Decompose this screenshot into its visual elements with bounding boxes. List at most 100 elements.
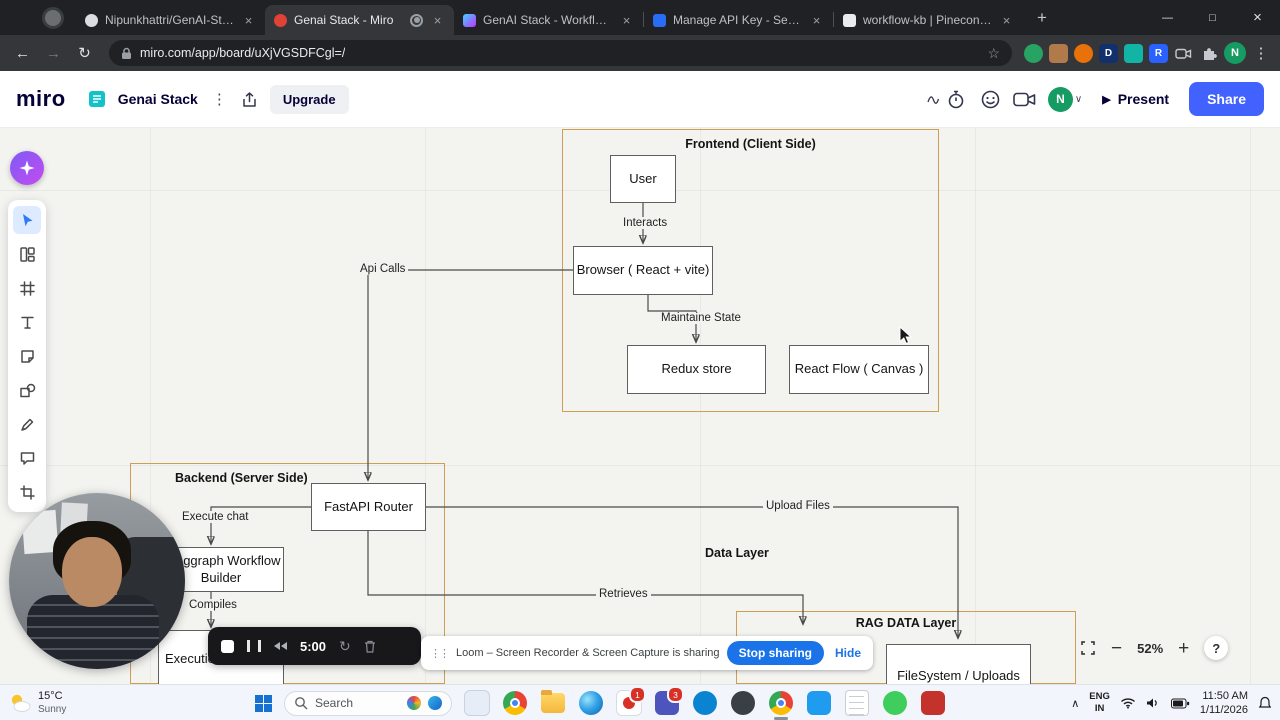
- back-icon[interactable]: ←: [10, 45, 35, 62]
- node-redux-store[interactable]: Redux store: [627, 345, 766, 394]
- node-filesystem-uploads[interactable]: FileSystem / Uploads: [886, 644, 1031, 684]
- tab-close-icon[interactable]: ×: [619, 13, 634, 28]
- app-icon-widgets[interactable]: [464, 690, 490, 716]
- extension-r-icon[interactable]: R: [1149, 43, 1168, 63]
- backend-container-label[interactable]: Backend (Server Side): [175, 471, 308, 485]
- bookmark-star-icon[interactable]: ☆: [987, 45, 1000, 62]
- stop-sharing-button[interactable]: Stop sharing: [726, 641, 824, 665]
- app-icon-edge[interactable]: [578, 690, 604, 716]
- select-tool[interactable]: [13, 206, 41, 234]
- tab-close-icon[interactable]: ×: [999, 13, 1014, 28]
- frontend-container-label[interactable]: Frontend (Client Side): [562, 137, 939, 151]
- extension-green-icon[interactable]: [1024, 43, 1043, 63]
- edge-label-api-calls[interactable]: Api Calls: [357, 263, 409, 275]
- templates-tool[interactable]: [13, 240, 41, 268]
- zoom-level[interactable]: 52%: [1137, 641, 1163, 656]
- edge-label-upload-files[interactable]: Upload Files: [763, 500, 833, 512]
- node-react-flow[interactable]: React Flow ( Canvas ): [789, 345, 929, 394]
- puzzle-icon[interactable]: [1199, 44, 1218, 63]
- new-tab-button[interactable]: +: [1029, 5, 1055, 31]
- window-minimize-button[interactable]: —: [1145, 0, 1190, 35]
- restart-recording-icon[interactable]: ↻: [339, 638, 351, 655]
- notification-bell-icon[interactable]: [1258, 696, 1272, 710]
- window-close-button[interactable]: ×: [1235, 0, 1280, 35]
- edge-label-maintaine-state[interactable]: Maintaine State: [658, 312, 744, 324]
- address-bar[interactable]: miro.com/app/board/uXjVGSDFCgl=/ ☆: [109, 40, 1012, 66]
- app-icon-file-explorer[interactable]: [540, 690, 566, 716]
- board-menu-icon[interactable]: ⋮: [210, 90, 229, 108]
- browser-profile-avatar[interactable]: N: [1224, 42, 1246, 64]
- node-browser[interactable]: Browser ( React + vite): [573, 246, 713, 295]
- extension-pen-icon[interactable]: [1049, 43, 1068, 63]
- video-chat-icon[interactable]: [1013, 91, 1036, 108]
- hide-banner-link[interactable]: Hide: [832, 646, 864, 660]
- present-button[interactable]: ▶ Present: [1102, 91, 1169, 107]
- app-icon-vscode[interactable]: [806, 690, 832, 716]
- sticky-note-tool[interactable]: [13, 342, 41, 370]
- board-canvas[interactable]: Frontend (Client Side) Backend (Server S…: [0, 128, 1280, 684]
- app-icon-teams[interactable]: 3: [654, 686, 684, 716]
- edge-label-compiles[interactable]: Compiles: [186, 599, 240, 611]
- zoom-out-icon[interactable]: −: [1111, 639, 1122, 658]
- tab-close-icon[interactable]: ×: [809, 13, 824, 28]
- rewind-icon[interactable]: [274, 642, 287, 650]
- weather-widget[interactable]: 15°C Sunny: [8, 685, 66, 720]
- browser-tab-workflow-builder[interactable]: GenAI Stack - Workflow Builder ×: [454, 5, 643, 35]
- zoom-in-icon[interactable]: +: [1178, 639, 1189, 658]
- miro-avatar[interactable]: N: [1047, 86, 1073, 112]
- share-button[interactable]: Share: [1189, 82, 1264, 116]
- more-tools[interactable]: [13, 478, 41, 506]
- edge-label-interacts[interactable]: Interacts: [620, 217, 671, 229]
- drag-handle-icon[interactable]: ⋮⋮: [430, 647, 450, 660]
- pause-recording-button[interactable]: [247, 640, 261, 652]
- ai-assistant-button[interactable]: [10, 151, 44, 185]
- edge-label-retrieves[interactable]: Retrieves: [596, 588, 651, 600]
- taskbar-clock[interactable]: 11:50 AM 1/11/2026: [1200, 689, 1248, 718]
- camera-extension-icon[interactable]: [1174, 44, 1193, 63]
- app-icon-chrome-active[interactable]: [768, 690, 794, 716]
- start-button[interactable]: [255, 694, 272, 712]
- browser-tab-github[interactable]: Nipunkhattri/GenAI-Stack-W... ×: [76, 5, 265, 35]
- wifi-icon[interactable]: [1120, 697, 1136, 709]
- user-avatar-menu[interactable]: N ∨: [1047, 86, 1082, 112]
- taskbar-search[interactable]: Search: [284, 690, 452, 716]
- tab-close-icon[interactable]: ×: [430, 13, 445, 28]
- browser-tab-serpapi[interactable]: Manage API Key - SerpApi ×: [644, 5, 833, 35]
- extension-teal-icon[interactable]: [1124, 43, 1143, 63]
- app-icon-green-app[interactable]: [882, 690, 908, 716]
- app-icon-red-app[interactable]: [920, 690, 946, 716]
- app-icon-skype[interactable]: [692, 690, 718, 716]
- webcam-overlay[interactable]: [9, 493, 185, 669]
- upgrade-button[interactable]: Upgrade: [269, 84, 349, 114]
- browser-tab-pinecone[interactable]: workflow-kb | Pinecone Consol... ×: [834, 5, 1023, 35]
- browser-menu-icon[interactable]: ⋮: [1252, 44, 1270, 62]
- volume-icon[interactable]: [1146, 697, 1161, 709]
- node-user[interactable]: User: [610, 155, 676, 203]
- rag-container-label[interactable]: RAG DATA Layer: [736, 616, 1076, 630]
- pen-tool[interactable]: [13, 410, 41, 438]
- data-layer-label[interactable]: Data Layer: [705, 546, 769, 560]
- fit-to-screen-icon[interactable]: [1080, 640, 1096, 656]
- browser-tab-miro-active[interactable]: Genai Stack - Miro ×: [265, 5, 454, 35]
- delete-recording-icon[interactable]: [364, 640, 376, 653]
- extension-orange-icon[interactable]: [1074, 43, 1093, 63]
- shapes-tool[interactable]: [13, 376, 41, 404]
- tab-close-icon[interactable]: ×: [241, 13, 256, 28]
- tray-chevron-up-icon[interactable]: ∧: [1071, 697, 1079, 710]
- export-icon[interactable]: [241, 91, 258, 108]
- app-icon-notepad[interactable]: [844, 690, 870, 716]
- help-button[interactable]: ?: [1204, 636, 1229, 660]
- miro-logo[interactable]: miro: [16, 86, 66, 112]
- battery-icon[interactable]: [1170, 698, 1190, 709]
- edge-label-execute-chat[interactable]: Execute chat: [179, 511, 252, 523]
- comment-tool[interactable]: [13, 444, 41, 472]
- app-icon-mail[interactable]: 1: [616, 686, 646, 716]
- extension-d-icon[interactable]: D: [1099, 43, 1118, 63]
- profile-circle-icon[interactable]: [42, 7, 64, 29]
- app-icon-dark-app[interactable]: [730, 690, 756, 716]
- frame-tool[interactable]: [13, 274, 41, 302]
- app-icon-browser[interactable]: [502, 690, 528, 716]
- text-tool[interactable]: [13, 308, 41, 336]
- reload-icon[interactable]: ↻: [72, 44, 97, 62]
- node-fastapi-router[interactable]: FastAPI Router: [311, 483, 426, 531]
